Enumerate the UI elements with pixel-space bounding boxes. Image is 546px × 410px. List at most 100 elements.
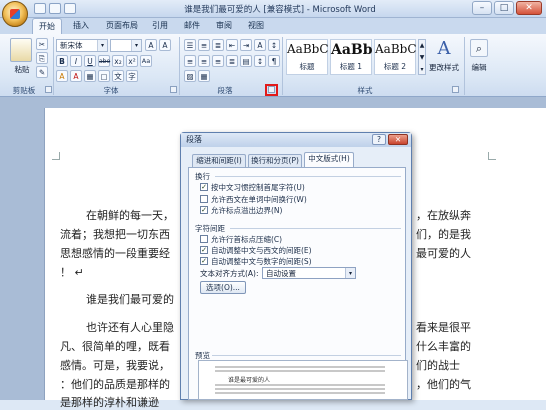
- show-marks-icon[interactable]: ¶: [268, 55, 280, 67]
- char-border-icon[interactable]: ▢: [98, 70, 110, 82]
- section-divider: [212, 355, 401, 356]
- line-spacing-icon[interactable]: ↕: [254, 55, 266, 67]
- numbering-icon[interactable]: ≡: [198, 39, 210, 51]
- checkbox-label: 按中文习惯控制首尾字符(U): [211, 183, 305, 192]
- multilevel-list-icon[interactable]: ≣: [212, 39, 224, 51]
- editing-label[interactable]: 编辑: [466, 62, 492, 73]
- tab-page-layout[interactable]: 页面布局: [100, 18, 144, 34]
- font-launcher-icon[interactable]: [170, 86, 177, 93]
- preview-line: [215, 384, 385, 386]
- chevron-down-icon: ▾: [345, 268, 355, 278]
- checkbox-asian-latin-space[interactable]: ✓: [200, 246, 208, 254]
- checkbox-label: 自动调整中文与数字的间距(S): [211, 257, 312, 266]
- redo-icon[interactable]: [64, 3, 76, 14]
- style-sample: AaBbC: [287, 42, 329, 56]
- checkbox-chinese-rules[interactable]: ✓: [200, 183, 208, 191]
- window-title: 谁是我们最可爱的人 [兼容模式] - Microsoft Word: [184, 5, 376, 15]
- justify-icon[interactable]: ≣: [226, 55, 238, 67]
- text-alignment-label: 文本对齐方式(A):: [200, 269, 259, 278]
- borders-icon[interactable]: ▦: [198, 70, 210, 82]
- doc-line-right: 看来是很平: [416, 321, 471, 334]
- help-button[interactable]: ?: [372, 134, 386, 145]
- tab-line-page-breaks[interactable]: 换行和分页(P): [248, 154, 302, 167]
- phonetic-guide-icon[interactable]: 文: [112, 70, 124, 82]
- checkbox-compress-punct[interactable]: [200, 235, 208, 243]
- styles-scroll[interactable]: ▲ ▼ ▾: [418, 39, 426, 75]
- decrease-indent-icon[interactable]: ⇤: [226, 39, 238, 51]
- styles-launcher-icon[interactable]: [452, 86, 459, 93]
- checkbox-hanging-punct[interactable]: ✓: [200, 206, 208, 214]
- checkbox-label: 允许行首标点压缩(C): [211, 235, 283, 244]
- bullets-icon[interactable]: ☰: [184, 39, 196, 51]
- find-icon[interactable]: ⌕: [470, 39, 488, 57]
- highlight-color-button[interactable]: A: [56, 70, 68, 82]
- align-right-icon[interactable]: ≡: [212, 55, 224, 67]
- preview-line: [215, 366, 385, 368]
- format-painter-icon[interactable]: ✎: [36, 66, 48, 78]
- section-title: 换行: [195, 172, 210, 181]
- font-color-button[interactable]: A: [70, 70, 82, 82]
- style-label: 标题 1: [339, 62, 363, 71]
- grow-font-icon[interactable]: A: [145, 39, 157, 51]
- checkbox-word-wrap[interactable]: [200, 195, 208, 203]
- dialog-close-button[interactable]: ✕: [388, 134, 408, 145]
- tab-view[interactable]: 视图: [242, 18, 270, 34]
- copy-icon[interactable]: ⎘: [36, 52, 48, 64]
- change-styles-icon[interactable]: A: [432, 38, 456, 60]
- enclose-char-icon[interactable]: 字: [126, 70, 138, 82]
- checkbox-label: 允许标点溢出边界(N): [211, 206, 283, 215]
- group-separator: [53, 37, 54, 95]
- superscript-button[interactable]: x²: [126, 55, 138, 67]
- clipboard-launcher-icon[interactable]: [45, 86, 52, 93]
- checkbox-label: 自动调整中文与西文的间距(E): [211, 246, 312, 255]
- tab-review[interactable]: 审阅: [210, 18, 238, 34]
- minimize-button[interactable]: –: [472, 1, 492, 15]
- bold-button[interactable]: B: [56, 55, 68, 67]
- distributed-icon[interactable]: ▤: [240, 55, 252, 67]
- close-button[interactable]: ✕: [516, 1, 542, 15]
- tab-indents-spacing[interactable]: 缩进和间距(I): [192, 154, 246, 167]
- shrink-font-icon[interactable]: A: [159, 39, 171, 51]
- change-case-button[interactable]: Aa: [140, 55, 152, 67]
- style-sample: AaBb: [331, 42, 373, 58]
- paste-icon[interactable]: [10, 38, 32, 62]
- crop-mark: [488, 152, 496, 160]
- change-styles-label[interactable]: 更改样式: [426, 62, 462, 73]
- char-shading-icon[interactable]: ▦: [84, 70, 96, 82]
- checkbox-asian-number-space[interactable]: ✓: [200, 257, 208, 265]
- save-icon[interactable]: [34, 3, 46, 14]
- checkbox-label: 允许西文在单词中间换行(W): [211, 195, 307, 204]
- tab-home[interactable]: 开始: [32, 18, 62, 34]
- preview-line: [215, 370, 385, 372]
- style-heading-1[interactable]: AaBb 标题 1: [330, 39, 373, 75]
- align-left-icon[interactable]: ≡: [184, 55, 196, 67]
- font-name-combo[interactable]: 新宋体 ▾: [56, 39, 108, 52]
- strikethrough-button[interactable]: abe: [98, 55, 110, 67]
- paste-label[interactable]: 粘贴: [9, 64, 35, 75]
- shading-icon[interactable]: ▨: [184, 70, 196, 82]
- subscript-button[interactable]: x₂: [112, 55, 124, 67]
- tab-asian-typography[interactable]: 中文版式(H): [304, 152, 354, 167]
- sort-icon[interactable]: ↕: [268, 39, 280, 51]
- tab-mailings[interactable]: 邮件: [178, 18, 206, 34]
- doc-line-right: 什么丰富的: [416, 340, 471, 353]
- crop-mark: [52, 152, 60, 160]
- style-heading-2[interactable]: AaBbC 标题 2: [374, 39, 417, 75]
- increase-indent-icon[interactable]: ⇥: [240, 39, 252, 51]
- style-title[interactable]: AaBbC 标题: [286, 39, 329, 75]
- chinese-layout-icon[interactable]: A: [254, 39, 266, 51]
- office-button[interactable]: [2, 1, 28, 27]
- doc-line-right: ，他们的气: [416, 378, 471, 391]
- align-center-icon[interactable]: ≡: [198, 55, 210, 67]
- font-size-combo[interactable]: ▾: [110, 39, 142, 52]
- italic-button[interactable]: I: [70, 55, 82, 67]
- tab-insert[interactable]: 插入: [66, 18, 96, 34]
- doc-line-right: 们的战士: [416, 359, 460, 372]
- maximize-button[interactable]: □: [494, 1, 514, 15]
- text-alignment-select[interactable]: 自动设置 ▾: [262, 267, 356, 279]
- options-button[interactable]: 选项(O)...: [200, 281, 246, 294]
- cut-icon[interactable]: ✂: [36, 38, 48, 50]
- tab-references[interactable]: 引用: [146, 18, 174, 34]
- undo-icon[interactable]: [49, 3, 61, 14]
- underline-button[interactable]: U: [84, 55, 96, 67]
